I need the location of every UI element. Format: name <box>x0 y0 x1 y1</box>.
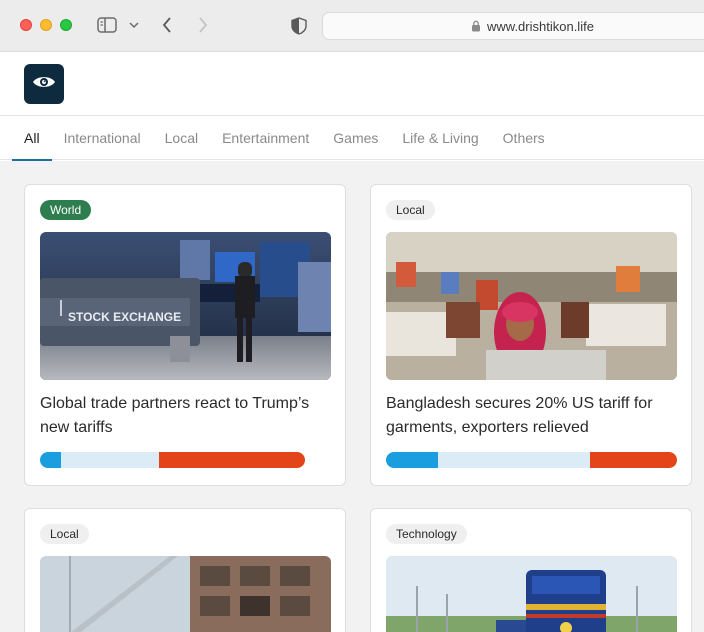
article-headline[interactable]: Global trade partners react to Trump’s n… <box>40 392 335 440</box>
bias-center-segment <box>61 452 160 468</box>
news-feed: World STOCK EXCHANGE Global trade partne… <box>0 161 704 632</box>
bias-bar <box>40 452 305 468</box>
chevron-down-icon[interactable] <box>128 20 140 30</box>
forward-icon[interactable] <box>196 15 210 35</box>
tab-entertainment[interactable]: Entertainment <box>222 116 309 160</box>
article-headline[interactable]: Bangladesh secures 20% US tariff for gar… <box>386 392 681 440</box>
maximize-window-button[interactable] <box>60 19 72 31</box>
minimize-window-button[interactable] <box>40 19 52 31</box>
article-image[interactable]: STOCK EXCHANGE <box>40 232 331 380</box>
bias-right-segment <box>159 452 305 468</box>
site-logo[interactable] <box>24 64 64 104</box>
browser-toolbar: www.drishtikon.life <box>0 0 704 52</box>
category-tabs: All International Local Entertainment Ga… <box>0 116 704 161</box>
lock-icon <box>471 20 481 32</box>
site-header <box>0 53 704 116</box>
tab-games[interactable]: Games <box>333 116 378 160</box>
bias-left-segment <box>386 452 439 468</box>
category-badge[interactable]: Local <box>386 200 435 220</box>
category-badge[interactable]: Local <box>40 524 89 544</box>
bias-center-segment <box>438 452 590 468</box>
article-image[interactable] <box>40 556 331 632</box>
sidebar-toggle-icon[interactable] <box>96 16 118 34</box>
news-card[interactable]: Local <box>370 184 692 486</box>
back-icon[interactable] <box>160 15 174 35</box>
stock-exchange-sign: STOCK EXCHANGE <box>68 310 181 324</box>
article-image[interactable] <box>386 556 677 632</box>
bias-left-segment <box>40 452 62 468</box>
article-image[interactable] <box>386 232 677 380</box>
category-badge[interactable]: Technology <box>386 524 467 544</box>
tab-all[interactable]: All <box>12 116 51 161</box>
tab-life-living[interactable]: Life & Living <box>402 116 478 160</box>
tab-local[interactable]: Local <box>165 116 198 160</box>
tab-others[interactable]: Others <box>503 116 545 160</box>
page: All International Local Entertainment Ga… <box>0 53 704 632</box>
news-card[interactable]: World STOCK EXCHANGE Global trade partne… <box>24 184 346 486</box>
category-badge[interactable]: World <box>40 200 92 220</box>
address-bar[interactable]: www.drishtikon.life <box>322 12 704 40</box>
bias-bar <box>386 452 677 468</box>
close-window-button[interactable] <box>20 19 32 31</box>
news-card[interactable]: Technology <box>370 508 692 632</box>
news-card[interactable]: Local <box>24 508 346 632</box>
eye-icon <box>32 74 56 95</box>
tab-international[interactable]: International <box>64 116 141 160</box>
url-text: www.drishtikon.life <box>487 18 594 34</box>
bias-right-segment <box>589 452 677 468</box>
privacy-shield-icon[interactable] <box>290 16 308 36</box>
